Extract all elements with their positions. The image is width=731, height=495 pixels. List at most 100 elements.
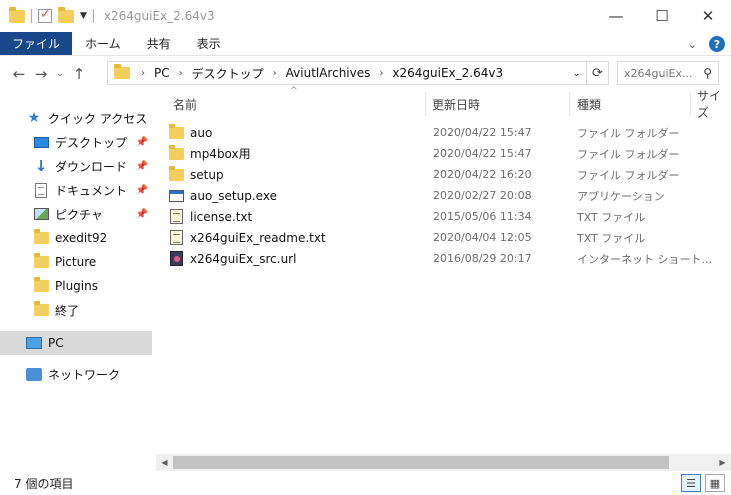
file-list: ^ 名前 更新日時 種類 サイズ auo 2020/04/22 15:47 ファ…: [160, 86, 731, 458]
file-date: 2020/02/27 20:08: [433, 189, 532, 202]
list-item[interactable]: auo 2020/04/22 15:47 ファイル フォルダー: [168, 122, 718, 143]
star-icon: ★: [27, 110, 41, 126]
back-button[interactable]: ←: [8, 60, 30, 88]
chevron-right-icon[interactable]: ›: [141, 68, 145, 79]
file-date: 2020/04/22 16:20: [433, 168, 532, 181]
scroll-right-icon[interactable]: ▶: [714, 454, 731, 471]
new-folder-icon[interactable]: [58, 6, 74, 23]
file-type: インターネット ショート...: [577, 252, 712, 266]
column-header-name[interactable]: 名前: [173, 92, 197, 116]
chevron-right-icon[interactable]: ›: [179, 68, 183, 79]
list-item[interactable]: mp4box用 2020/04/22 15:47 ファイル フォルダー: [168, 143, 718, 164]
sidebar-item-pc[interactable]: PC: [0, 331, 152, 355]
file-name: setup: [190, 167, 224, 182]
column-divider[interactable]: [569, 92, 570, 116]
pin-icon[interactable]: 📌: [136, 137, 148, 148]
help-icon[interactable]: ?: [709, 36, 725, 52]
column-divider[interactable]: [690, 92, 691, 116]
sidebar-item-exedit92[interactable]: exedit92: [0, 226, 152, 250]
scrollbar-thumb[interactable]: [173, 456, 669, 469]
file-name: auo_setup.exe: [190, 188, 277, 203]
sidebar-item-picture[interactable]: Picture: [0, 250, 152, 274]
maximize-button[interactable]: ☐: [639, 0, 685, 32]
list-item[interactable]: setup 2020/04/22 16:20 ファイル フォルダー: [168, 164, 718, 185]
ribbon-right: ⌄ ?: [688, 32, 725, 56]
sidebar-item-pictures[interactable]: ピクチャ 📌: [0, 202, 152, 226]
tab-file[interactable]: ファイル: [0, 32, 73, 55]
list-item[interactable]: x264guiEx_src.url 2016/08/29 20:17 インターネ…: [168, 248, 718, 269]
pin-icon[interactable]: 📌: [136, 161, 148, 172]
sidebar-item-plugins[interactable]: Plugins: [0, 274, 152, 298]
file-type: TXT ファイル: [577, 210, 646, 224]
pin-icon[interactable]: 📌: [136, 185, 148, 196]
sidebar-item-label: PC: [48, 336, 64, 350]
search-input[interactable]: x264guiEx... ⚲: [617, 61, 719, 85]
breadcrumb-current[interactable]: x264guiEx_2.64v3: [392, 66, 503, 80]
address-bar[interactable]: › PC › デスクトップ › AviutlArchives › x264gui…: [107, 61, 609, 85]
folder-icon: [33, 229, 49, 244]
sidebar-item-label: ピクチャ: [55, 207, 103, 222]
list-item[interactable]: license.txt 2015/05/06 11:34 TXT ファイル: [168, 206, 718, 227]
sidebar-item-downloads[interactable]: ↓ ダウンロード 📌: [0, 154, 152, 178]
tab-view[interactable]: 表示: [184, 32, 234, 55]
properties-icon[interactable]: [38, 7, 52, 23]
file-name: x264guiEx_src.url: [190, 251, 297, 266]
recent-locations-button[interactable]: ⌄: [52, 60, 68, 88]
sidebar-item-label: ドキュメント: [55, 183, 128, 198]
expand-ribbon-icon[interactable]: ⌄: [688, 38, 697, 51]
pin-icon[interactable]: 📌: [136, 209, 148, 220]
chevron-right-icon[interactable]: ›: [379, 68, 383, 79]
folder-icon[interactable]: [9, 6, 25, 23]
sidebar-item-network[interactable]: ネットワーク: [0, 362, 152, 386]
folder-icon: [33, 253, 49, 268]
tab-home[interactable]: ホーム: [72, 32, 134, 55]
download-icon: ↓: [34, 157, 48, 175]
sidebar-item-label: クイック アクセス: [48, 111, 148, 126]
tab-share[interactable]: 共有: [134, 32, 184, 55]
sidebar-item-documents[interactable]: ドキュメント 📌: [0, 178, 152, 202]
text-file-icon: [169, 230, 183, 245]
window-title: x264guiEx_2.64v3: [103, 9, 215, 23]
refresh-icon[interactable]: ⟳: [586, 62, 608, 84]
desktop-icon: [33, 136, 49, 148]
column-header-date[interactable]: 更新日時: [432, 92, 480, 116]
view-switcher: ☰ ▦: [681, 474, 725, 492]
list-item[interactable]: auo_setup.exe 2020/02/27 20:08 アプリケーション: [168, 185, 718, 206]
navigation-pane: ★ クイック アクセス デスクトップ 📌 ↓ ダウンロード 📌 ドキュメント 📌…: [0, 96, 152, 466]
file-type: アプリケーション: [577, 189, 665, 203]
large-icons-view-icon[interactable]: ▦: [705, 474, 725, 492]
chevron-right-icon[interactable]: ›: [273, 68, 277, 79]
breadcrumb-aviutlarchives[interactable]: AviutlArchives: [286, 66, 371, 80]
file-name: mp4box用: [190, 147, 251, 161]
sidebar-item-shuryo[interactable]: 終了: [0, 298, 152, 322]
column-header-type[interactable]: 種類: [577, 92, 601, 116]
column-divider[interactable]: [425, 92, 426, 116]
file-name: x264guiEx_readme.txt: [190, 230, 326, 245]
url-icon: [169, 251, 183, 266]
sidebar-item-quick-access[interactable]: ★ クイック アクセス: [0, 106, 152, 130]
file-date: 2020/04/04 12:05: [433, 231, 532, 244]
sidebar-item-label: Picture: [55, 255, 97, 269]
customize-toolbar-icon[interactable]: ▼: [80, 11, 87, 21]
minimize-button[interactable]: —: [593, 0, 639, 32]
horizontal-scrollbar[interactable]: ◀ ▶: [156, 454, 731, 471]
address-actions: ⌄ ⟳: [566, 62, 608, 84]
title-bar: ▼ x264guiEx_2.64v3 — ☐ ✕: [0, 0, 731, 32]
breadcrumb-pc[interactable]: PC: [154, 66, 170, 80]
list-item[interactable]: x264guiEx_readme.txt 2020/04/04 12:05 TX…: [168, 227, 718, 248]
address-dropdown-icon[interactable]: ⌄: [566, 62, 586, 84]
item-count: 7 個の項目: [14, 477, 74, 491]
pc-icon: [26, 337, 42, 349]
up-button[interactable]: ↑: [68, 60, 90, 88]
sidebar-item-label: デスクトップ: [55, 135, 128, 150]
breadcrumb-desktop[interactable]: デスクトップ: [192, 65, 264, 82]
network-icon: [26, 367, 42, 381]
search-icon: ⚲: [703, 66, 712, 80]
scroll-left-icon[interactable]: ◀: [156, 454, 173, 471]
sidebar-item-desktop[interactable]: デスクトップ 📌: [0, 130, 152, 154]
close-button[interactable]: ✕: [685, 0, 731, 32]
column-header-size[interactable]: サイズ: [697, 89, 731, 120]
picture-icon: [33, 208, 49, 220]
details-view-icon[interactable]: ☰: [681, 474, 701, 492]
forward-button[interactable]: →: [30, 60, 52, 88]
